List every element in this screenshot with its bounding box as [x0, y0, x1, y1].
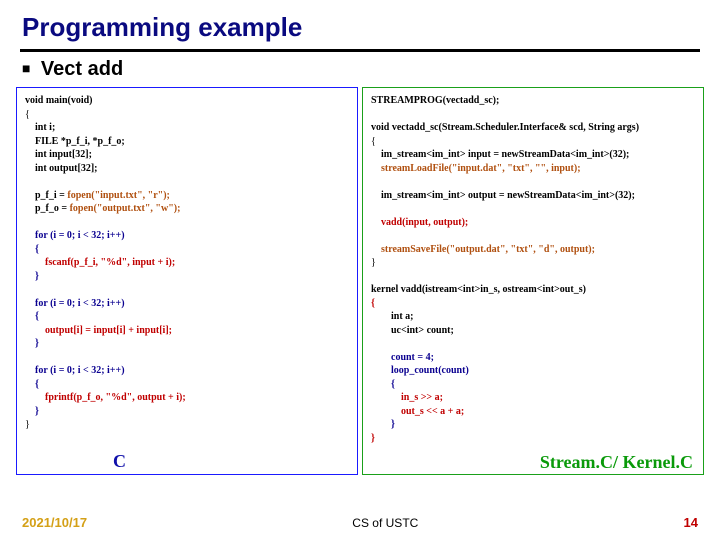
code-line: fopen("output.txt", "w");	[70, 203, 181, 214]
page-title: Programming example	[0, 0, 720, 49]
code-line: {	[371, 298, 375, 309]
code-line	[371, 244, 381, 255]
code-line: loop_count(count)	[371, 365, 469, 376]
streamc-code-pane: STREAMPROG(vectadd_sc); void vectadd_sc(…	[362, 87, 704, 475]
bullet-icon: ■	[22, 60, 30, 76]
streamc-code: STREAMPROG(vectadd_sc); void vectadd_sc(…	[371, 94, 695, 445]
code-line: vadd(input, output);	[371, 217, 468, 228]
code-line: p_f_i =	[25, 190, 67, 201]
code-line: int i;	[25, 122, 55, 133]
code-line: fopen("input.txt", "r");	[67, 190, 169, 201]
code-line: streamLoadFile("input.dat", "txt", "", i…	[381, 163, 581, 174]
code-line: for (i = 0; i < 32; i++)	[25, 230, 125, 241]
code-line: {	[25, 244, 39, 255]
code-line: }	[371, 419, 395, 430]
bullet-row: ■ Vect add	[0, 58, 720, 81]
code-line: }	[25, 419, 30, 430]
left-pane-label: C	[113, 451, 126, 472]
code-line: kernel vadd(istream<int>in_s, ostream<in…	[371, 284, 586, 295]
code-line: for (i = 0; i < 32; i++)	[25, 298, 125, 309]
code-line: void main(void)	[25, 95, 93, 106]
code-line: {	[25, 109, 30, 120]
code-line: fscanf(p_f_i, "%d", input + i);	[25, 257, 175, 268]
bullet-text: Vect add	[41, 58, 123, 80]
page-number: 14	[684, 515, 698, 530]
code-line: streamSaveFile("output.dat", "txt", "d",…	[381, 244, 595, 255]
code-line: }	[25, 338, 39, 349]
code-line: int input[32];	[25, 149, 92, 160]
footer: 2021/10/17 CS of USTC 14	[0, 515, 720, 530]
code-line: for (i = 0; i < 32; i++)	[25, 365, 125, 376]
code-line: im_stream<im_int> output = newStreamData…	[371, 190, 635, 201]
code-line: void vectadd_sc(Stream.Scheduler.Interfa…	[371, 122, 639, 133]
code-line: int output[32];	[25, 163, 98, 174]
code-line: }	[25, 271, 39, 282]
code-line: output[i] = input[i] + input[i];	[25, 325, 172, 336]
footer-center: CS of USTC	[352, 516, 418, 530]
code-line: int a;	[371, 311, 414, 322]
code-line: {	[25, 379, 39, 390]
c-code: void main(void) { int i; FILE *p_f_i, *p…	[25, 94, 349, 432]
right-pane-label: Stream.C/ Kernel.C	[540, 453, 693, 472]
code-line: {	[371, 136, 376, 147]
c-code-pane: void main(void) { int i; FILE *p_f_i, *p…	[16, 87, 358, 475]
code-line: out_s << a + a;	[371, 406, 464, 417]
divider	[20, 49, 700, 52]
code-line: }	[25, 406, 39, 417]
code-line: }	[371, 257, 376, 268]
code-line: }	[371, 433, 375, 444]
code-line: {	[25, 311, 39, 322]
code-line: uc<int> count;	[371, 325, 454, 336]
code-line: in_s >> a;	[371, 392, 443, 403]
code-line: im_stream<im_int> input = newStreamData<…	[371, 149, 629, 160]
code-line: fprintf(p_f_o, "%d", output + i);	[25, 392, 186, 403]
code-line	[371, 163, 381, 174]
footer-date: 2021/10/17	[22, 515, 87, 530]
code-line: STREAMPROG(vectadd_sc);	[371, 95, 499, 106]
code-line: FILE *p_f_i, *p_f_o;	[25, 136, 125, 147]
code-line: count = 4;	[371, 352, 434, 363]
code-line: p_f_o =	[25, 203, 70, 214]
code-panes: void main(void) { int i; FILE *p_f_i, *p…	[0, 87, 720, 475]
code-line: {	[371, 379, 395, 390]
